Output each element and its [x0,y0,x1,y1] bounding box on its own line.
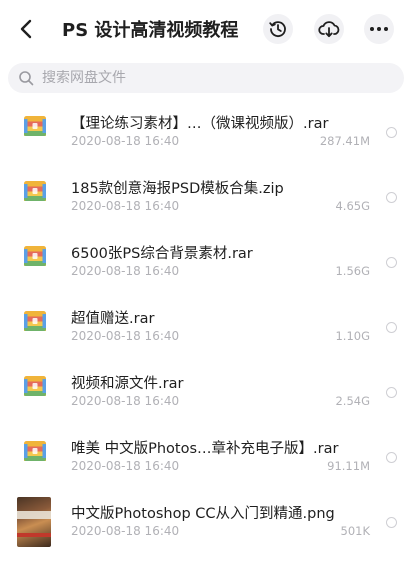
file-date: 2020-08-18 16:40 [71,524,180,538]
file-size: 287.41M [319,134,370,148]
file-row[interactable]: 185款创意海报PSD模板合集.zip 2020-08-18 16:40 4.65G [0,177,414,241]
select-radio[interactable] [386,517,397,528]
select-radio[interactable] [386,127,397,138]
archive-file-icon [24,311,46,331]
archive-file-icon [24,246,46,266]
file-row[interactable]: 超值赠送.rar 2020-08-18 16:40 1.10G [0,307,414,371]
select-radio[interactable] [386,452,397,463]
file-date: 2020-08-18 16:40 [71,199,180,213]
more-button[interactable] [364,14,394,44]
cloud-download-icon [318,21,340,38]
history-button[interactable] [263,14,293,44]
file-name: 超值赠送.rar [71,311,155,327]
file-date: 2020-08-18 16:40 [71,329,180,343]
search-icon [18,70,34,86]
file-name: 6500张PS综合背景素材.rar [71,246,253,262]
chevron-left-icon [20,19,32,39]
file-name: 185款创意海报PSD模板合集.zip [71,181,284,197]
file-name: 视频和源文件.rar [71,376,184,392]
file-row[interactable]: 唯美 中文版Photos…章补充电子版】.rar 2020-08-18 16:40… [0,437,414,501]
select-radio[interactable] [386,322,397,333]
file-size: 501K [340,524,371,538]
file-size: 4.65G [335,199,370,213]
history-clock-icon [269,21,286,37]
select-radio[interactable] [386,257,397,268]
book-cover-thumbnail [17,497,51,547]
file-name: 唯美 中文版Photos…章补充电子版】.rar [71,441,339,457]
select-radio[interactable] [386,387,397,398]
more-dots-icon [370,27,388,31]
top-bar: PS 设计高清视频教程 [0,0,414,58]
file-name: 中文版Photoshop CC从入门到精通.png [71,506,335,522]
archive-file-icon [24,376,46,396]
archive-file-icon [24,181,46,201]
file-date: 2020-08-18 16:40 [71,394,180,408]
back-button[interactable] [12,14,40,44]
file-date: 2020-08-18 16:40 [71,459,180,473]
file-date: 2020-08-18 16:40 [71,264,180,278]
file-row[interactable]: 【理论练习素材】…（微课视频版）.rar 2020-08-18 16:40 287.… [0,112,414,176]
cloud-download-button[interactable] [314,14,344,44]
archive-file-icon [24,441,46,461]
file-size: 2.54G [335,394,370,408]
select-radio[interactable] [386,192,397,203]
page-title: PS 设计高清视频教程 [62,20,239,41]
search-bar[interactable] [8,63,404,93]
file-size: 1.10G [335,329,370,343]
search-input[interactable] [42,70,382,86]
file-size: 91.11M [327,459,370,473]
file-row[interactable]: 中文版Photoshop CC从入门到精通.png 2020-08-18 16:4… [0,497,414,566]
file-row[interactable]: 6500张PS综合背景素材.rar 2020-08-18 16:40 1.56G [0,242,414,306]
file-date: 2020-08-18 16:40 [71,134,180,148]
archive-file-icon [24,116,46,136]
file-name: 【理论练习素材】…（微课视频版）.rar [71,116,329,132]
file-row[interactable]: 视频和源文件.rar 2020-08-18 16:40 2.54G [0,372,414,436]
file-size: 1.56G [335,264,370,278]
